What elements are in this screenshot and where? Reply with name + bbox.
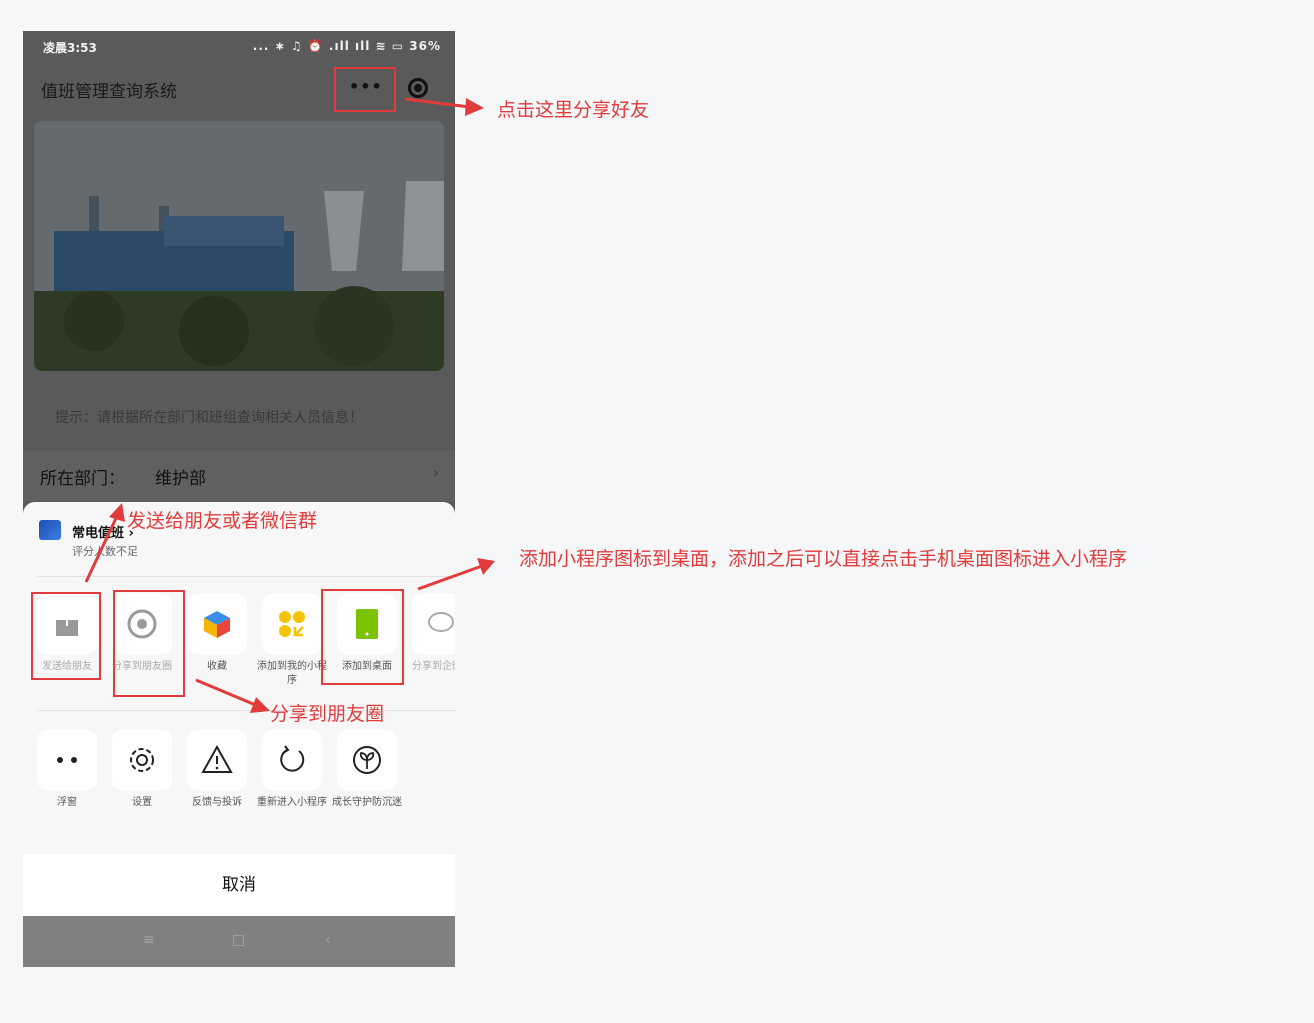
annotation-share-friend: 点击这里分享好友 [497,99,650,121]
annotation-send-friend: 发送给朋友或者微信群 [127,510,318,532]
annotation-desktop: 添加小程序图标到桌面，添加之后可以直接点击手机桌面图标进入小程序 [519,548,1128,570]
annotation-moments: 分享到朋友圈 [270,703,385,725]
